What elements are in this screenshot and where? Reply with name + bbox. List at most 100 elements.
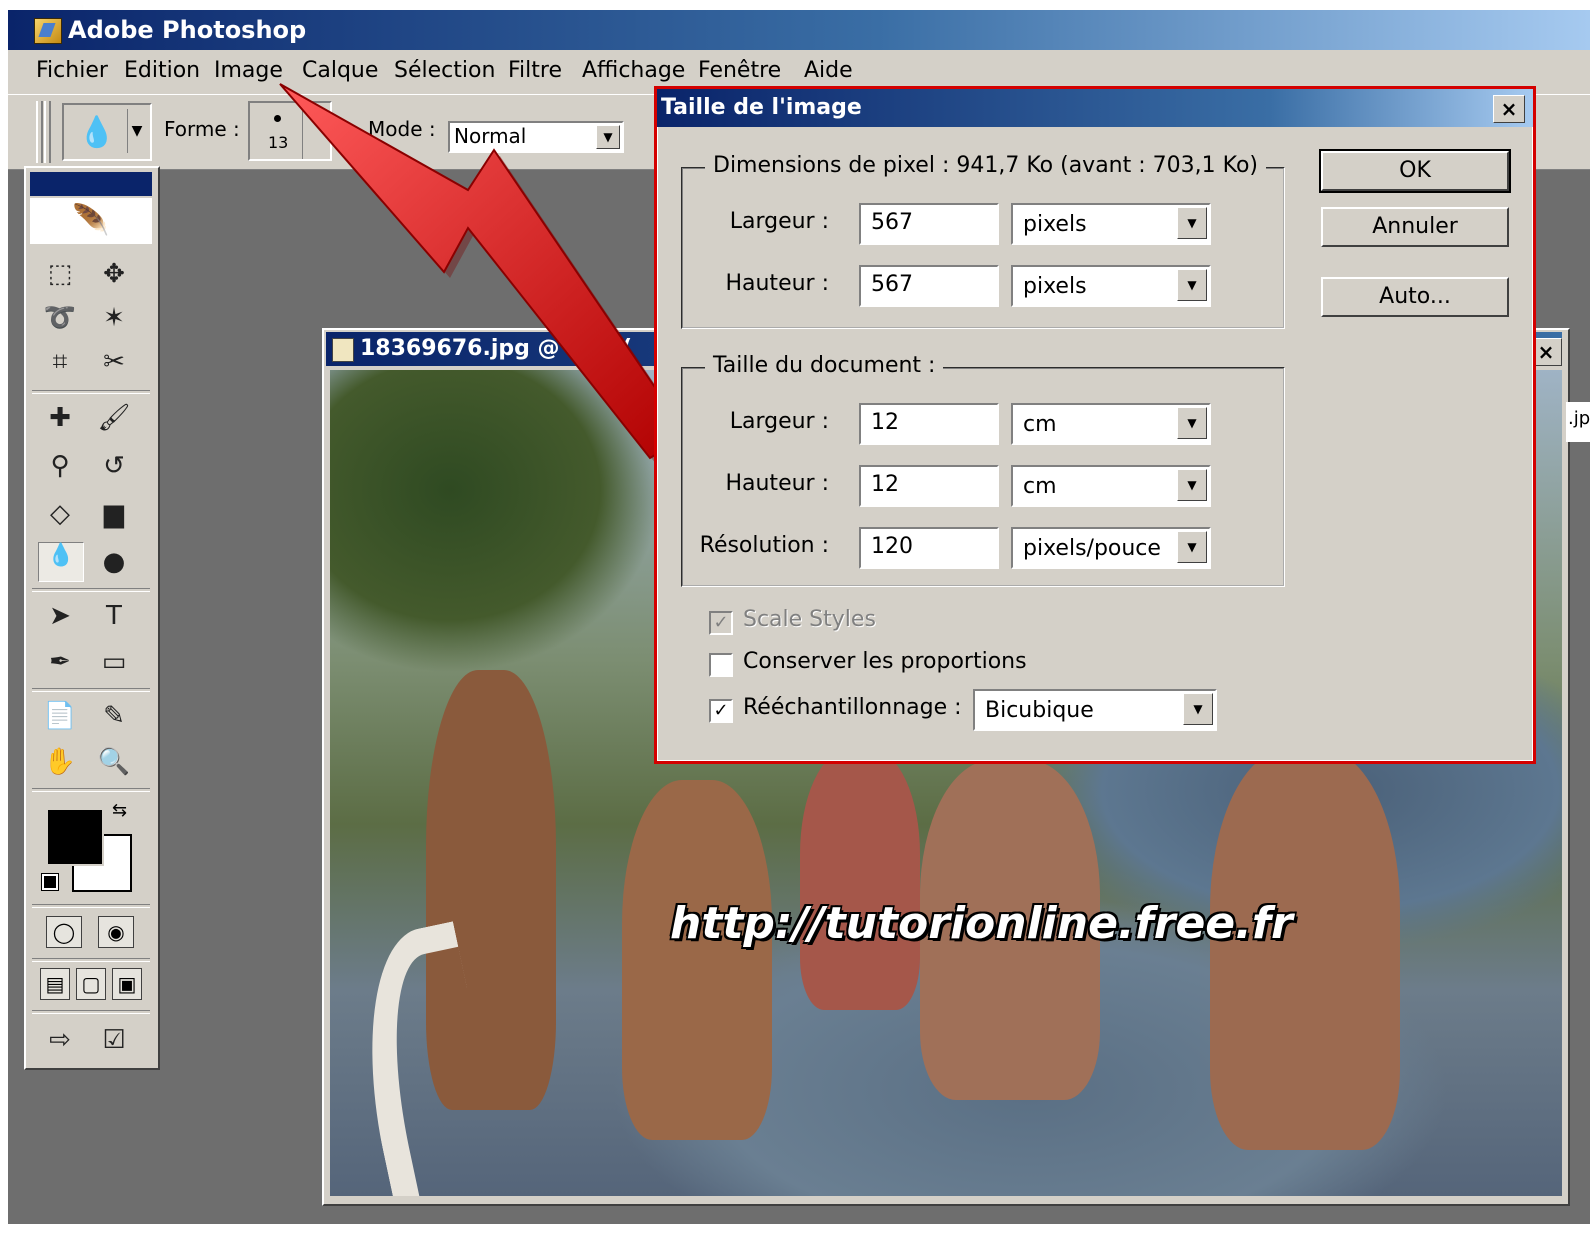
doc-height-unit-select[interactable]: cm ▼ [1011, 465, 1211, 507]
foreground-color-swatch[interactable] [46, 808, 104, 866]
screen-mode-full-menu-icon[interactable]: ▢ [76, 968, 106, 1000]
default-colors-icon[interactable] [41, 873, 59, 891]
path-select-icon[interactable]: ➤ [38, 596, 82, 636]
pixel-height-unit-select[interactable]: pixels ▼ [1011, 265, 1211, 307]
auto-button[interactable]: Auto... [1321, 277, 1509, 317]
menu-fichier[interactable]: Fichier [36, 58, 108, 83]
background-window-tab: .jpg [1568, 408, 1590, 429]
pixel-width-input[interactable]: 567 [859, 203, 999, 245]
move-tool-icon[interactable]: ✥ [92, 254, 136, 294]
cancel-button[interactable]: Annuler [1321, 207, 1509, 247]
zoom-tool-icon[interactable]: 🔍 [92, 742, 136, 782]
scale-styles-checkbox: ✓ [709, 611, 733, 635]
resolution-unit-select[interactable]: pixels/pouce ▼ [1011, 527, 1211, 569]
healing-brush-icon[interactable]: ✚ [38, 398, 82, 438]
pen-tool-icon[interactable]: ✒ [38, 642, 82, 682]
quickmask-mode-icon[interactable]: ◉ [98, 916, 134, 948]
dialog-titlebar[interactable]: Taille de l'image × [657, 89, 1533, 127]
options-grip-2[interactable] [44, 101, 51, 163]
tools-divider [32, 390, 150, 394]
background-window-fragment[interactable]: .jpg [1566, 402, 1590, 442]
palette-titlebar[interactable] [30, 172, 152, 196]
watermark-url: http://tutorionline.free.fr [670, 898, 1293, 949]
chevron-down-icon[interactable]: ▼ [1183, 693, 1213, 725]
standard-mode-icon[interactable]: ◯ [46, 916, 82, 948]
doc-height-unit: cm [1023, 474, 1057, 499]
doc-width-label: Largeur : [729, 409, 829, 434]
notes-tool-icon[interactable]: 📄 [38, 696, 82, 736]
resolution-unit: pixels/pouce [1023, 536, 1161, 561]
resolution-input[interactable]: 120 [859, 527, 999, 569]
history-brush-icon[interactable]: ↺ [92, 446, 136, 486]
resample-label[interactable]: Rééchantillonnage : [743, 695, 962, 720]
pixel-width-unit-select[interactable]: pixels ▼ [1011, 203, 1211, 245]
photoshop-window: Adobe Photoshop Fichier Edition Image Ca… [8, 10, 1590, 1224]
constrain-proportions-checkbox[interactable] [709, 653, 733, 677]
chevron-down-icon[interactable]: ▼ [1177, 269, 1207, 301]
forme-label: Forme : [164, 117, 240, 141]
gradient-tool-icon[interactable]: ▆ [92, 494, 136, 534]
blur-drop-icon: 💧 [78, 115, 116, 150]
tools-divider [32, 958, 150, 962]
document-size-legend: Taille du document : [705, 353, 944, 378]
app-titlebar: Adobe Photoshop [8, 10, 1590, 50]
resample-checkbox[interactable]: ✓ [709, 699, 733, 723]
photoshop-app-icon [34, 18, 62, 44]
photo-figure-man-left [622, 780, 772, 1140]
chevron-down-icon[interactable]: ▼ [1177, 207, 1207, 239]
pixel-width-unit: pixels [1023, 212, 1087, 237]
eraser-tool-icon[interactable]: ◇ [38, 494, 82, 534]
dialog-title: Taille de l'image [661, 95, 862, 120]
eyedropper-icon[interactable]: ✎ [92, 696, 136, 736]
slice-tool-icon[interactable]: ✂ [92, 342, 136, 382]
doc-width-unit-select[interactable]: cm ▼ [1011, 403, 1211, 445]
chevron-down-icon[interactable]: ▼ [1177, 407, 1207, 439]
crop-tool-icon[interactable]: ⌗ [38, 342, 82, 382]
menu-aide[interactable]: Aide [804, 58, 853, 83]
doc-height-input[interactable]: 12 [859, 465, 999, 507]
dialog-close-button[interactable]: × [1493, 95, 1525, 123]
doc-width-input[interactable]: 12 [859, 403, 999, 445]
image-size-dialog: Taille de l'image × Dimensions de pixel … [654, 86, 1536, 764]
resample-method-select[interactable]: Bicubique ▼ [973, 689, 1217, 731]
brush-tool-icon[interactable]: 🖌 [92, 398, 136, 438]
chevron-down-icon[interactable]: ▼ [1177, 531, 1207, 563]
type-tool-icon[interactable]: T [92, 596, 136, 636]
chevron-down-icon: ▼ [127, 109, 146, 153]
pixel-height-value: 567 [871, 272, 913, 297]
photo-figure-center [800, 750, 920, 1010]
tool-preset-picker[interactable]: 💧 ▼ [62, 103, 152, 161]
magic-wand-icon[interactable]: ✶ [92, 298, 136, 338]
hand-tool-icon[interactable]: ✋ [38, 742, 82, 782]
blur-tool-icon[interactable]: 💧 [38, 542, 84, 582]
doc-width-unit: cm [1023, 412, 1057, 437]
scale-styles-label: Scale Styles [743, 607, 876, 632]
tools-divider [32, 788, 150, 792]
constrain-proportions-label[interactable]: Conserver les proportions [743, 649, 1027, 674]
tools-divider [32, 588, 150, 592]
pixel-height-input[interactable]: 567 [859, 265, 999, 307]
menu-edition[interactable]: Edition [124, 58, 200, 83]
doc-height-value: 12 [871, 472, 899, 497]
options-grip[interactable] [36, 101, 43, 163]
app-title: Adobe Photoshop [68, 16, 307, 44]
photo-figure-man-right [1210, 750, 1400, 1150]
red-arrow-annotation [279, 83, 694, 464]
chevron-down-icon[interactable]: ▼ [1177, 469, 1207, 501]
screen-mode-standard-icon[interactable]: ▤ [40, 968, 70, 1000]
pixel-dimensions-legend: Dimensions de pixel : 941,7 Ko (avant : … [705, 153, 1266, 178]
pixel-height-unit: pixels [1023, 274, 1087, 299]
shape-tool-icon[interactable]: ▭ [92, 642, 136, 682]
screen-mode-full-icon[interactable]: ▣ [112, 968, 142, 1000]
ok-button[interactable]: OK [1319, 149, 1511, 193]
jump-to-imageready-icon[interactable]: ⇨ [38, 1020, 82, 1060]
doc-width-value: 12 [871, 410, 899, 435]
resolution-value: 120 [871, 534, 913, 559]
feather-logo-icon[interactable]: 🪶 [30, 198, 152, 244]
dodge-tool-icon[interactable]: ● [92, 542, 136, 582]
check-icon[interactable]: ☑ [92, 1020, 136, 1060]
marquee-tool-icon[interactable]: ⬚ [38, 254, 82, 294]
swap-colors-icon[interactable]: ⇆ [112, 800, 127, 821]
stamp-tool-icon[interactable]: ⚲ [38, 446, 82, 486]
lasso-tool-icon[interactable]: ➰ [38, 298, 82, 338]
